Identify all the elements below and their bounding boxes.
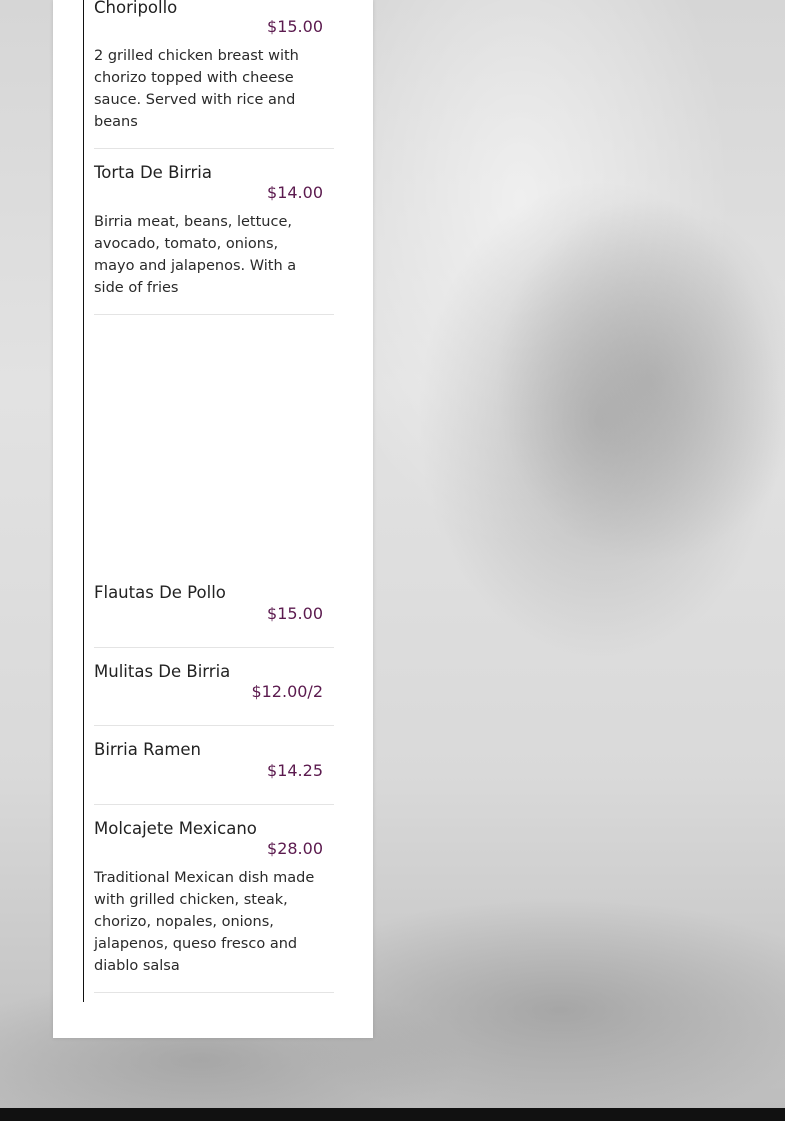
menu-item-name: Birria Ramen	[94, 740, 202, 759]
menu-item: Mulitas De Birria $12.00/2	[94, 662, 334, 727]
menu-item-description: Birria meat, beans, lettuce, avocado, to…	[94, 214, 297, 296]
menu-item: Molcajete Mexicano $28.00 Traditional Me…	[94, 819, 334, 994]
menu-item-price: $15.00	[267, 17, 323, 36]
menu-item-price: $14.00	[267, 183, 323, 202]
menu-item: Choripollo $15.00 2 grilled chicken brea…	[94, 0, 334, 150]
menu-item-name: Flautas De Pollo	[94, 583, 226, 602]
menu-item-divider	[94, 804, 334, 805]
menu-item-name: Molcajete Mexicano	[94, 819, 257, 838]
menu-panel: Choripollo $15.00 2 grilled chicken brea…	[53, 0, 373, 1038]
menu-item-divider	[94, 314, 334, 315]
menu-item-price: $14.25	[267, 761, 323, 780]
menu-item-price: $15.00	[267, 604, 323, 623]
menu-item-name: Torta De Birria	[94, 163, 212, 182]
menu-item-description: 2 grilled chicken breast with chorizo to…	[94, 48, 299, 130]
menu-vertical-rule	[83, 0, 84, 1002]
menu-item-name: Mulitas De Birria	[94, 662, 231, 681]
menu-item: Birria Ramen $14.25	[94, 740, 334, 806]
footer-bar	[0, 1108, 785, 1121]
menu-item-divider	[94, 647, 334, 648]
menu-item: Torta De Birria $14.00 Birria meat, bean…	[94, 163, 334, 315]
menu-item-price: $28.00	[267, 839, 323, 858]
menu-item-price: $12.00/2	[251, 682, 323, 701]
menu-item-description: Traditional Mexican dish made with grill…	[94, 870, 315, 974]
menu-item-name: Choripollo	[94, 0, 178, 17]
menu-item: Flautas De Pollo $15.00	[94, 583, 334, 649]
menu-item-divider	[94, 992, 334, 993]
menu-item-divider	[94, 148, 334, 149]
menu-item-divider	[94, 725, 334, 726]
